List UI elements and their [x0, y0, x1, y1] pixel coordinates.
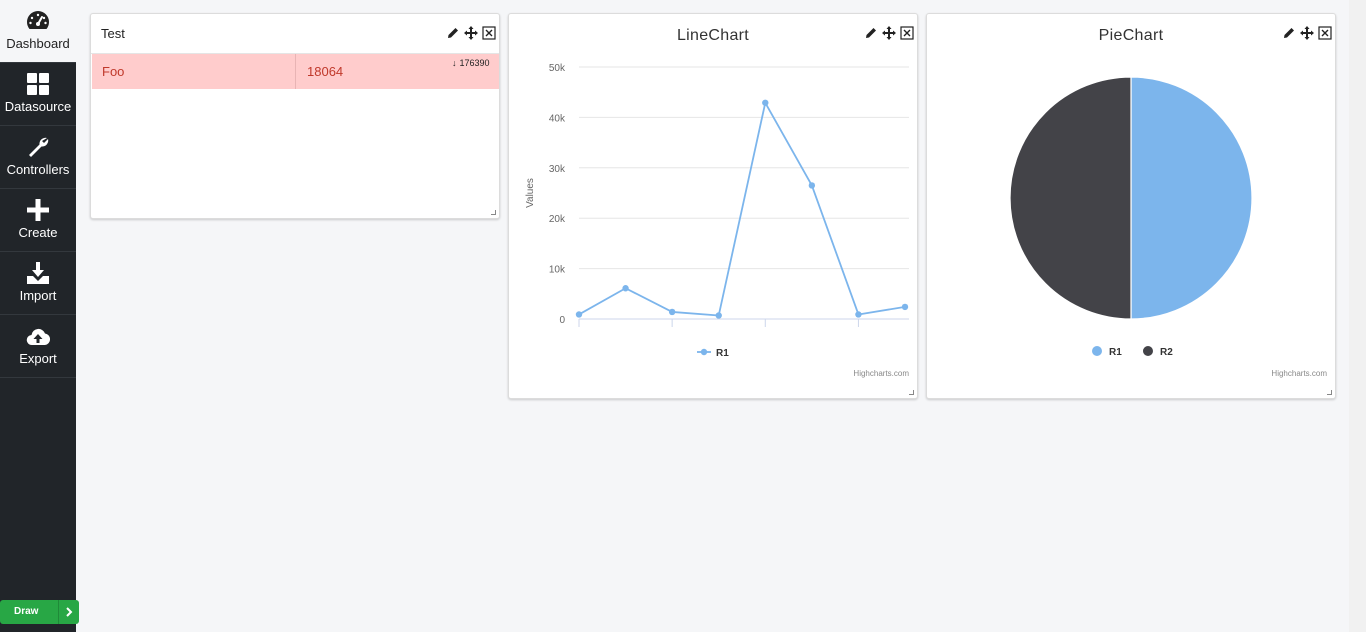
- chart-credits[interactable]: Highcharts.com: [1271, 369, 1327, 378]
- sidebar-item-label: Create: [18, 225, 58, 240]
- y-tick-label: 10k: [549, 265, 566, 276]
- sidebar-item-import[interactable]: Import: [0, 252, 76, 315]
- legend-label: R1: [716, 348, 729, 359]
- legend-marker: [1092, 346, 1102, 356]
- sidebar: Dashboard Datasource Controllers Create …: [0, 0, 79, 632]
- widget-title: Test: [101, 26, 125, 41]
- draw-button-label: Draw: [14, 606, 39, 617]
- cell-divider: [295, 54, 296, 89]
- sidebar-item-label: Datasource: [4, 99, 72, 114]
- chevron-right-icon: [58, 600, 79, 624]
- page-scrollbar[interactable]: [1349, 0, 1366, 632]
- data-point: [575, 311, 583, 318]
- sidebar-item-controllers[interactable]: Controllers: [0, 126, 76, 189]
- data-point: [668, 308, 676, 316]
- sidebar-item-dashboard[interactable]: Dashboard: [0, 0, 76, 63]
- resize-handle[interactable]: [1327, 390, 1332, 395]
- legend-marker: [1143, 346, 1153, 356]
- legend-marker: [700, 348, 708, 356]
- arrow-down-icon: ↓: [452, 58, 457, 68]
- data-point: [901, 303, 909, 311]
- grid-icon: [27, 73, 49, 95]
- row-name: Foo: [102, 64, 125, 79]
- y-tick-label: 0: [559, 315, 565, 326]
- y-tick-label: 40k: [549, 113, 566, 124]
- pie-slice-r2: [1009, 76, 1132, 320]
- y-axis-label: Values: [525, 178, 536, 208]
- data-point: [808, 182, 816, 189]
- data-point: [855, 311, 862, 318]
- pie-slice-r1: [1130, 76, 1253, 320]
- legend-label: R1: [1109, 347, 1122, 358]
- sidebar-item-label: Import: [19, 288, 57, 303]
- pie-chart-widget: PieChart R1 R2 Highcharts.com: [926, 13, 1336, 399]
- legend-label: R2: [1160, 347, 1173, 358]
- trend-indicator: ↓ 176390: [452, 58, 490, 68]
- line-chart: 0 10k 20k 30k 40k 50k Values R1: [525, 63, 909, 359]
- cloud-upload-icon: [26, 328, 50, 346]
- data-point: [762, 99, 769, 106]
- resize-handle[interactable]: [491, 210, 496, 215]
- plus-icon: [27, 199, 49, 221]
- gauge-icon: [26, 11, 50, 29]
- sidebar-item-export[interactable]: Export: [0, 315, 76, 378]
- sidebar-item-datasource[interactable]: Datasource: [0, 63, 76, 126]
- y-tick-label: 50k: [549, 63, 566, 74]
- data-point: [715, 312, 722, 319]
- move-icon[interactable]: [464, 26, 478, 40]
- y-tick-label: 20k: [549, 214, 566, 225]
- wrench-icon: [29, 137, 49, 157]
- pie-chart: R1 R2: [1009, 76, 1253, 358]
- close-icon[interactable]: [482, 26, 496, 40]
- download-icon: [27, 262, 49, 284]
- series-line-r1: [578, 101, 906, 317]
- y-tick-label: 30k: [549, 164, 566, 175]
- line-chart-widget: LineChart 0 10k 20k 30k 40k 50k Values R1 Highc…: [508, 13, 918, 399]
- resize-handle[interactable]: [909, 390, 914, 395]
- sidebar-item-label: Controllers: [6, 162, 70, 177]
- sidebar-item-label: Export: [19, 351, 57, 366]
- row-value: 18064: [307, 64, 344, 79]
- sidebar-item-label: Dashboard: [6, 36, 70, 51]
- chart-credits[interactable]: Highcharts.com: [853, 369, 909, 378]
- data-point: [622, 285, 629, 292]
- sidebar-item-create[interactable]: Create: [0, 189, 76, 252]
- test-widget: Test Foo 18064 ↓ 176390: [90, 13, 500, 219]
- pencil-icon[interactable]: [446, 26, 460, 40]
- table-row: Foo 18064 ↓ 176390: [92, 54, 499, 89]
- draw-button[interactable]: Draw: [0, 600, 79, 624]
- trend-value: 176390: [459, 58, 490, 68]
